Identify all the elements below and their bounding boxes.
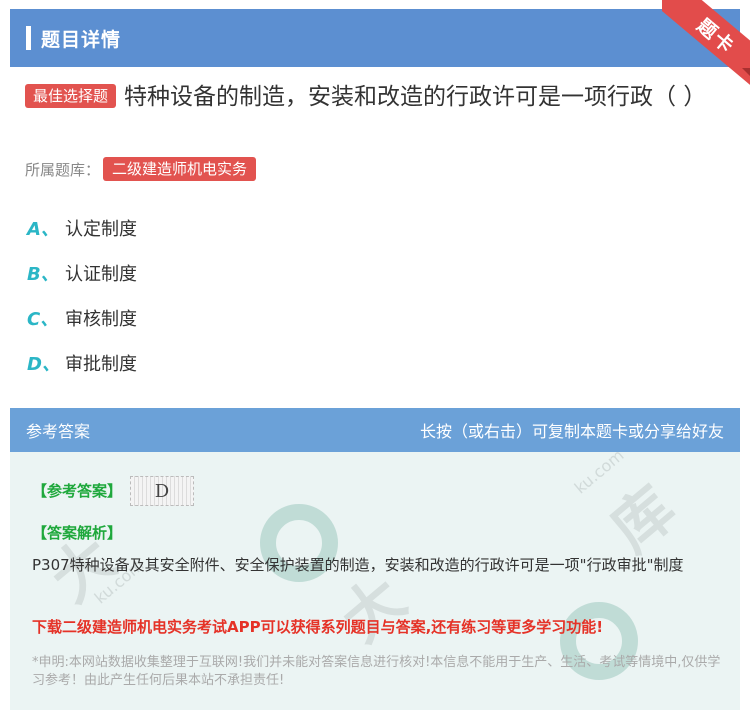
option-b[interactable]: B、 认证制度	[27, 250, 137, 295]
option-c[interactable]: C、 审核制度	[27, 295, 137, 340]
question-stem: 最佳选择题 特种设备的制造，安装和改造的行政许可是一项行政（ ）	[25, 78, 725, 116]
option-text: 审核制度	[65, 308, 137, 330]
question-type-tag: 最佳选择题	[25, 84, 117, 108]
option-letter: D、	[27, 353, 60, 375]
option-text: 审批制度	[65, 353, 137, 375]
question-text: 特种设备的制造，安装和改造的行政许可是一项行政（ ）	[124, 84, 707, 110]
option-text: 认定制度	[65, 218, 137, 240]
answer-header-label: 参考答案	[26, 422, 91, 441]
download-app-link[interactable]: 下载二级建造师机电实务考试APP可以获得系列题目与答案,还有练习等更多学习功能!	[32, 616, 603, 637]
page-title: 题目详情	[41, 28, 122, 51]
bank-label: 所属题库：	[25, 160, 101, 179]
bank-tag[interactable]: 二级建造师机电实务	[103, 157, 257, 181]
option-d[interactable]: D、 审批制度	[27, 340, 137, 385]
answer-panel: 大 大 库 ku.com ku.com 【参考答案】 D 【答案解析】 P307…	[10, 452, 740, 710]
header-accent-bar	[26, 26, 31, 50]
option-letter: A、	[27, 218, 59, 240]
analysis-label: 【答案解析】	[32, 524, 123, 542]
option-letter: B、	[27, 263, 59, 285]
ribbon-fold	[742, 68, 750, 78]
option-letter: C、	[27, 308, 59, 330]
answer-header: 参考答案 长按（或右击）可复制本题卡或分享给好友	[10, 408, 740, 452]
page-header: 题目详情	[10, 9, 740, 67]
options-list: A、 认定制度 B、 认证制度 C、 审核制度 D、 审批制度	[27, 205, 137, 385]
option-a[interactable]: A、 认定制度	[27, 205, 137, 250]
option-text: 认证制度	[65, 263, 137, 285]
disclaimer: *申明:本网站数据收集整理于互联网!我们并未能对答案信息进行核对!本信息不能用于…	[32, 655, 721, 688]
analysis-text: P307特种设备及其安全附件、安全保护装置的制造，安装和改造的行政许可是一项"行…	[32, 556, 684, 574]
corner-ribbon: 题卡	[662, 0, 750, 86]
ribbon-label: 题卡	[662, 0, 750, 86]
reference-answer-label: 【参考答案】	[32, 482, 123, 500]
share-hint: 长按（或右击）可复制本题卡或分享给好友	[419, 422, 724, 441]
reference-answer-image: D	[130, 476, 194, 506]
question-bank-row: 所属题库： 二级建造师机电实务	[25, 157, 257, 181]
